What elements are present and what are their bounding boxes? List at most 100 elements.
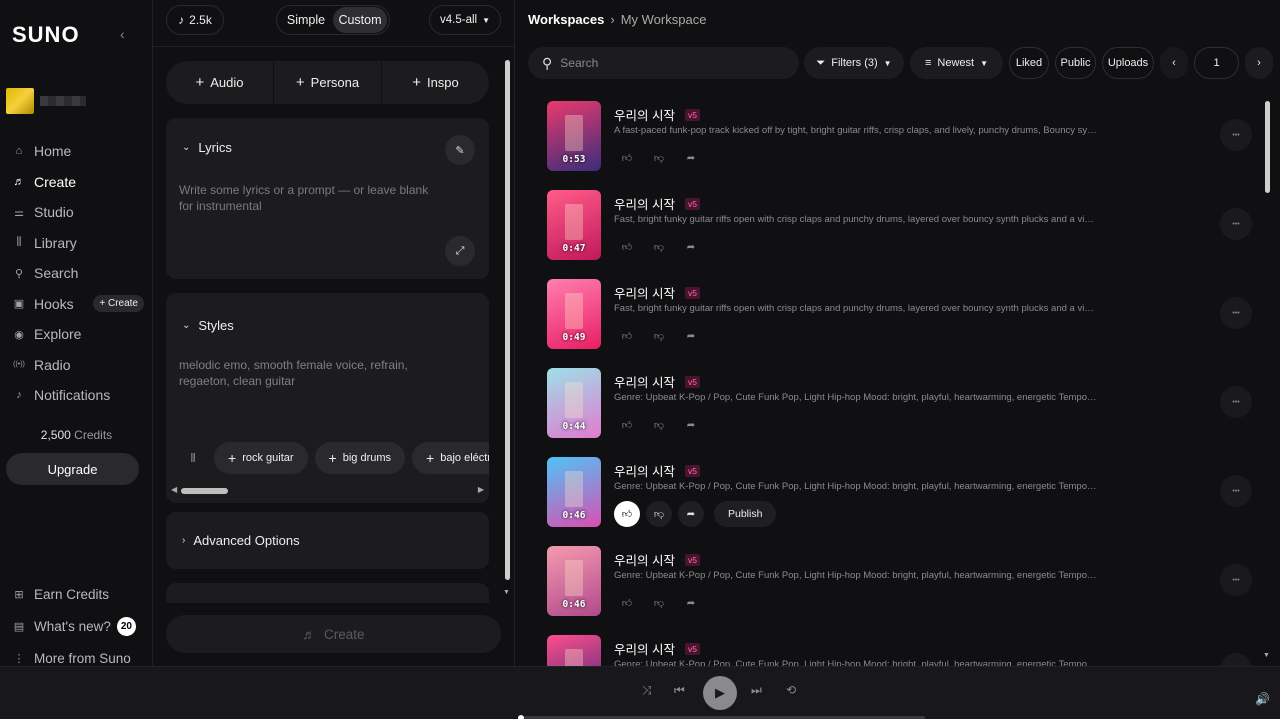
thumbs-down-icon[interactable]: 👎︎: [646, 501, 672, 527]
share-icon[interactable]: ➦: [678, 323, 704, 349]
sidebar-item-search[interactable]: ⚲ Search: [12, 258, 142, 289]
style-chip[interactable]: + bajo eléctrico: [412, 442, 489, 474]
workspace-scrollbar[interactable]: ▼: [1263, 95, 1271, 665]
sidebar-bottom-item[interactable]: ▤ What's new? 20: [12, 610, 147, 642]
search-input[interactable]: ⚲ Search: [528, 47, 799, 79]
sidebar-item-create[interactable]: ♬ Create: [12, 167, 142, 198]
repeat-icon[interactable]: ⟲: [786, 683, 796, 697]
sidebar-item-notifications[interactable]: ♪ Notifications: [12, 380, 142, 411]
song-cover[interactable]: 0:44: [547, 368, 601, 438]
sidebar-item-radio[interactable]: ((•)) Radio: [12, 350, 142, 381]
more-options-icon[interactable]: •••: [1220, 119, 1252, 151]
sort-button[interactable]: ≡ Newest ▼: [910, 47, 1003, 79]
song-title[interactable]: 우리의 시작: [614, 105, 675, 124]
upgrade-button[interactable]: Upgrade: [6, 453, 139, 485]
sidebar-item-studio[interactable]: ⚌ Studio: [12, 197, 142, 228]
thumbs-up-icon[interactable]: 👍︎: [614, 590, 640, 616]
filters-button[interactable]: ⏷ Filters (3) ▼: [804, 47, 904, 79]
volume-icon[interactable]: 🔊: [1255, 692, 1270, 706]
song-count-pill[interactable]: ♪ 2.5k: [166, 5, 224, 35]
more-options-icon[interactable]: •••: [1220, 297, 1252, 329]
thumbs-down-icon[interactable]: 👎︎: [646, 412, 672, 438]
thumbs-down-icon[interactable]: 👎︎: [646, 323, 672, 349]
previous-icon[interactable]: ⏮: [674, 683, 685, 698]
avatar[interactable]: [6, 88, 34, 114]
share-icon[interactable]: ➦: [678, 145, 704, 171]
model-version-select[interactable]: v4.5-all ▼: [429, 5, 501, 35]
scroll-down-icon[interactable]: ▼: [503, 589, 510, 596]
add-persona-button[interactable]: + Persona: [274, 61, 382, 104]
song-cover[interactable]: 0:53: [547, 101, 601, 171]
song-title[interactable]: 우리의 시작: [614, 194, 675, 213]
share-icon[interactable]: ➦: [678, 234, 704, 260]
styles-toggle[interactable]: ⌄ Styles: [182, 318, 234, 333]
song-row[interactable]: 0:44 우리의 시작 v5 Genre: Upbeat K-Pop / Pop, C…: [547, 368, 1257, 438]
play-button[interactable]: ▶: [703, 676, 737, 710]
breadcrumb-workspaces[interactable]: Workspaces: [528, 12, 604, 27]
style-chip[interactable]: + big drums: [314, 442, 406, 474]
add-inspo-button[interactable]: + Inspo: [382, 61, 489, 104]
mode-custom[interactable]: Custom: [333, 7, 387, 33]
scroll-right-icon[interactable]: ▶: [478, 485, 484, 494]
thumbs-up-icon[interactable]: 👍︎: [614, 501, 640, 527]
thumbs-down-icon[interactable]: 👎︎: [646, 145, 672, 171]
style-chip[interactable]: + rock guitar: [214, 442, 308, 474]
song-title[interactable]: 우리의 시작: [614, 372, 675, 391]
song-cover[interactable]: 0:49: [547, 279, 601, 349]
liked-filter[interactable]: Liked: [1009, 47, 1049, 79]
song-row[interactable]: 우리의 시작 v5 Genre: Upbeat K-Pop / Pop, Cute …: [547, 635, 1257, 666]
more-options-icon[interactable]: •••: [1220, 386, 1252, 418]
thumbs-up-icon[interactable]: 👍︎: [614, 323, 640, 349]
song-title[interactable]: 우리의 시작: [614, 461, 675, 480]
create-panel-scrollbar[interactable]: ▼: [503, 55, 511, 600]
song-row[interactable]: 0:46 우리의 시작 v5 Genre: Upbeat K-Pop / Pop, C…: [547, 457, 1257, 527]
scroll-left-icon[interactable]: ◀: [171, 485, 177, 494]
song-cover[interactable]: 0:46: [547, 457, 601, 527]
sidebar-item-explore[interactable]: ◉ Explore: [12, 319, 142, 350]
share-icon[interactable]: ➦: [678, 412, 704, 438]
thumbs-down-icon[interactable]: 👎︎: [646, 590, 672, 616]
song-cover[interactable]: 0:47: [547, 190, 601, 260]
lyrics-input[interactable]: Write some lyrics or a prompt — or leave…: [179, 182, 429, 214]
scrollbar-thumb[interactable]: [1265, 101, 1270, 193]
public-filter[interactable]: Public: [1055, 47, 1096, 79]
suno-logo[interactable]: SUNO: [12, 22, 80, 48]
sidebar-item-hooks[interactable]: ▣ Hooks + Create: [12, 289, 144, 320]
mode-simple[interactable]: Simple: [279, 7, 333, 33]
sidebar-bottom-item[interactable]: ⊞ Earn Credits: [12, 578, 147, 610]
song-row[interactable]: 0:46 우리의 시작 v5 Genre: Upbeat K-Pop / Pop, C…: [547, 546, 1257, 616]
thumbs-up-icon[interactable]: 👍︎: [614, 412, 640, 438]
collapse-sidebar-icon[interactable]: ‹: [120, 26, 125, 42]
song-title[interactable]: 우리의 시작: [614, 550, 675, 569]
publish-button[interactable]: Publish: [714, 501, 777, 527]
song-cover[interactable]: 0:46: [547, 546, 601, 616]
chips-scrollbar[interactable]: ◀ ▶: [171, 485, 484, 496]
next-page-icon[interactable]: ›: [1245, 47, 1273, 79]
styles-input[interactable]: melodic emo, smooth female voice, refrai…: [179, 357, 429, 389]
more-options-icon[interactable]: •••: [1220, 208, 1252, 240]
advanced-options-toggle[interactable]: › Advanced Options: [182, 533, 300, 548]
hooks-create-button[interactable]: + Create: [93, 295, 144, 313]
scrollbar-thumb[interactable]: [505, 60, 510, 580]
uploads-filter[interactable]: Uploads: [1102, 47, 1154, 79]
page-number[interactable]: 1: [1194, 47, 1239, 79]
progress-handle[interactable]: [518, 714, 524, 719]
thumbs-up-icon[interactable]: 👍︎: [614, 145, 640, 171]
prev-page-icon[interactable]: ‹: [1160, 47, 1188, 79]
song-title-card[interactable]: [166, 583, 489, 603]
advanced-options-card[interactable]: › Advanced Options: [166, 512, 489, 569]
lyrics-toggle[interactable]: ⌄ Lyrics: [182, 140, 232, 155]
next-icon[interactable]: ⏭: [751, 683, 762, 698]
song-title[interactable]: 우리의 시작: [614, 639, 675, 658]
song-row[interactable]: 0:49 우리의 시작 v5 Fast, bright funky guitar ri…: [547, 279, 1257, 349]
sidebar-item-home[interactable]: ⌂ Home: [12, 136, 142, 167]
song-row[interactable]: 0:53 우리의 시작 v5 A fast-paced funk-pop track …: [547, 101, 1257, 171]
scrollbar-thumb[interactable]: [181, 488, 228, 494]
thumbs-up-icon[interactable]: 👍︎: [614, 234, 640, 260]
magic-wand-icon[interactable]: ✎: [445, 135, 475, 165]
more-options-icon[interactable]: •••: [1220, 564, 1252, 596]
scroll-down-icon[interactable]: ▼: [1263, 652, 1270, 659]
shuffle-icon[interactable]: ⤨: [642, 683, 652, 698]
more-options-icon[interactable]: •••: [1220, 475, 1252, 507]
share-icon[interactable]: ➦: [678, 590, 704, 616]
